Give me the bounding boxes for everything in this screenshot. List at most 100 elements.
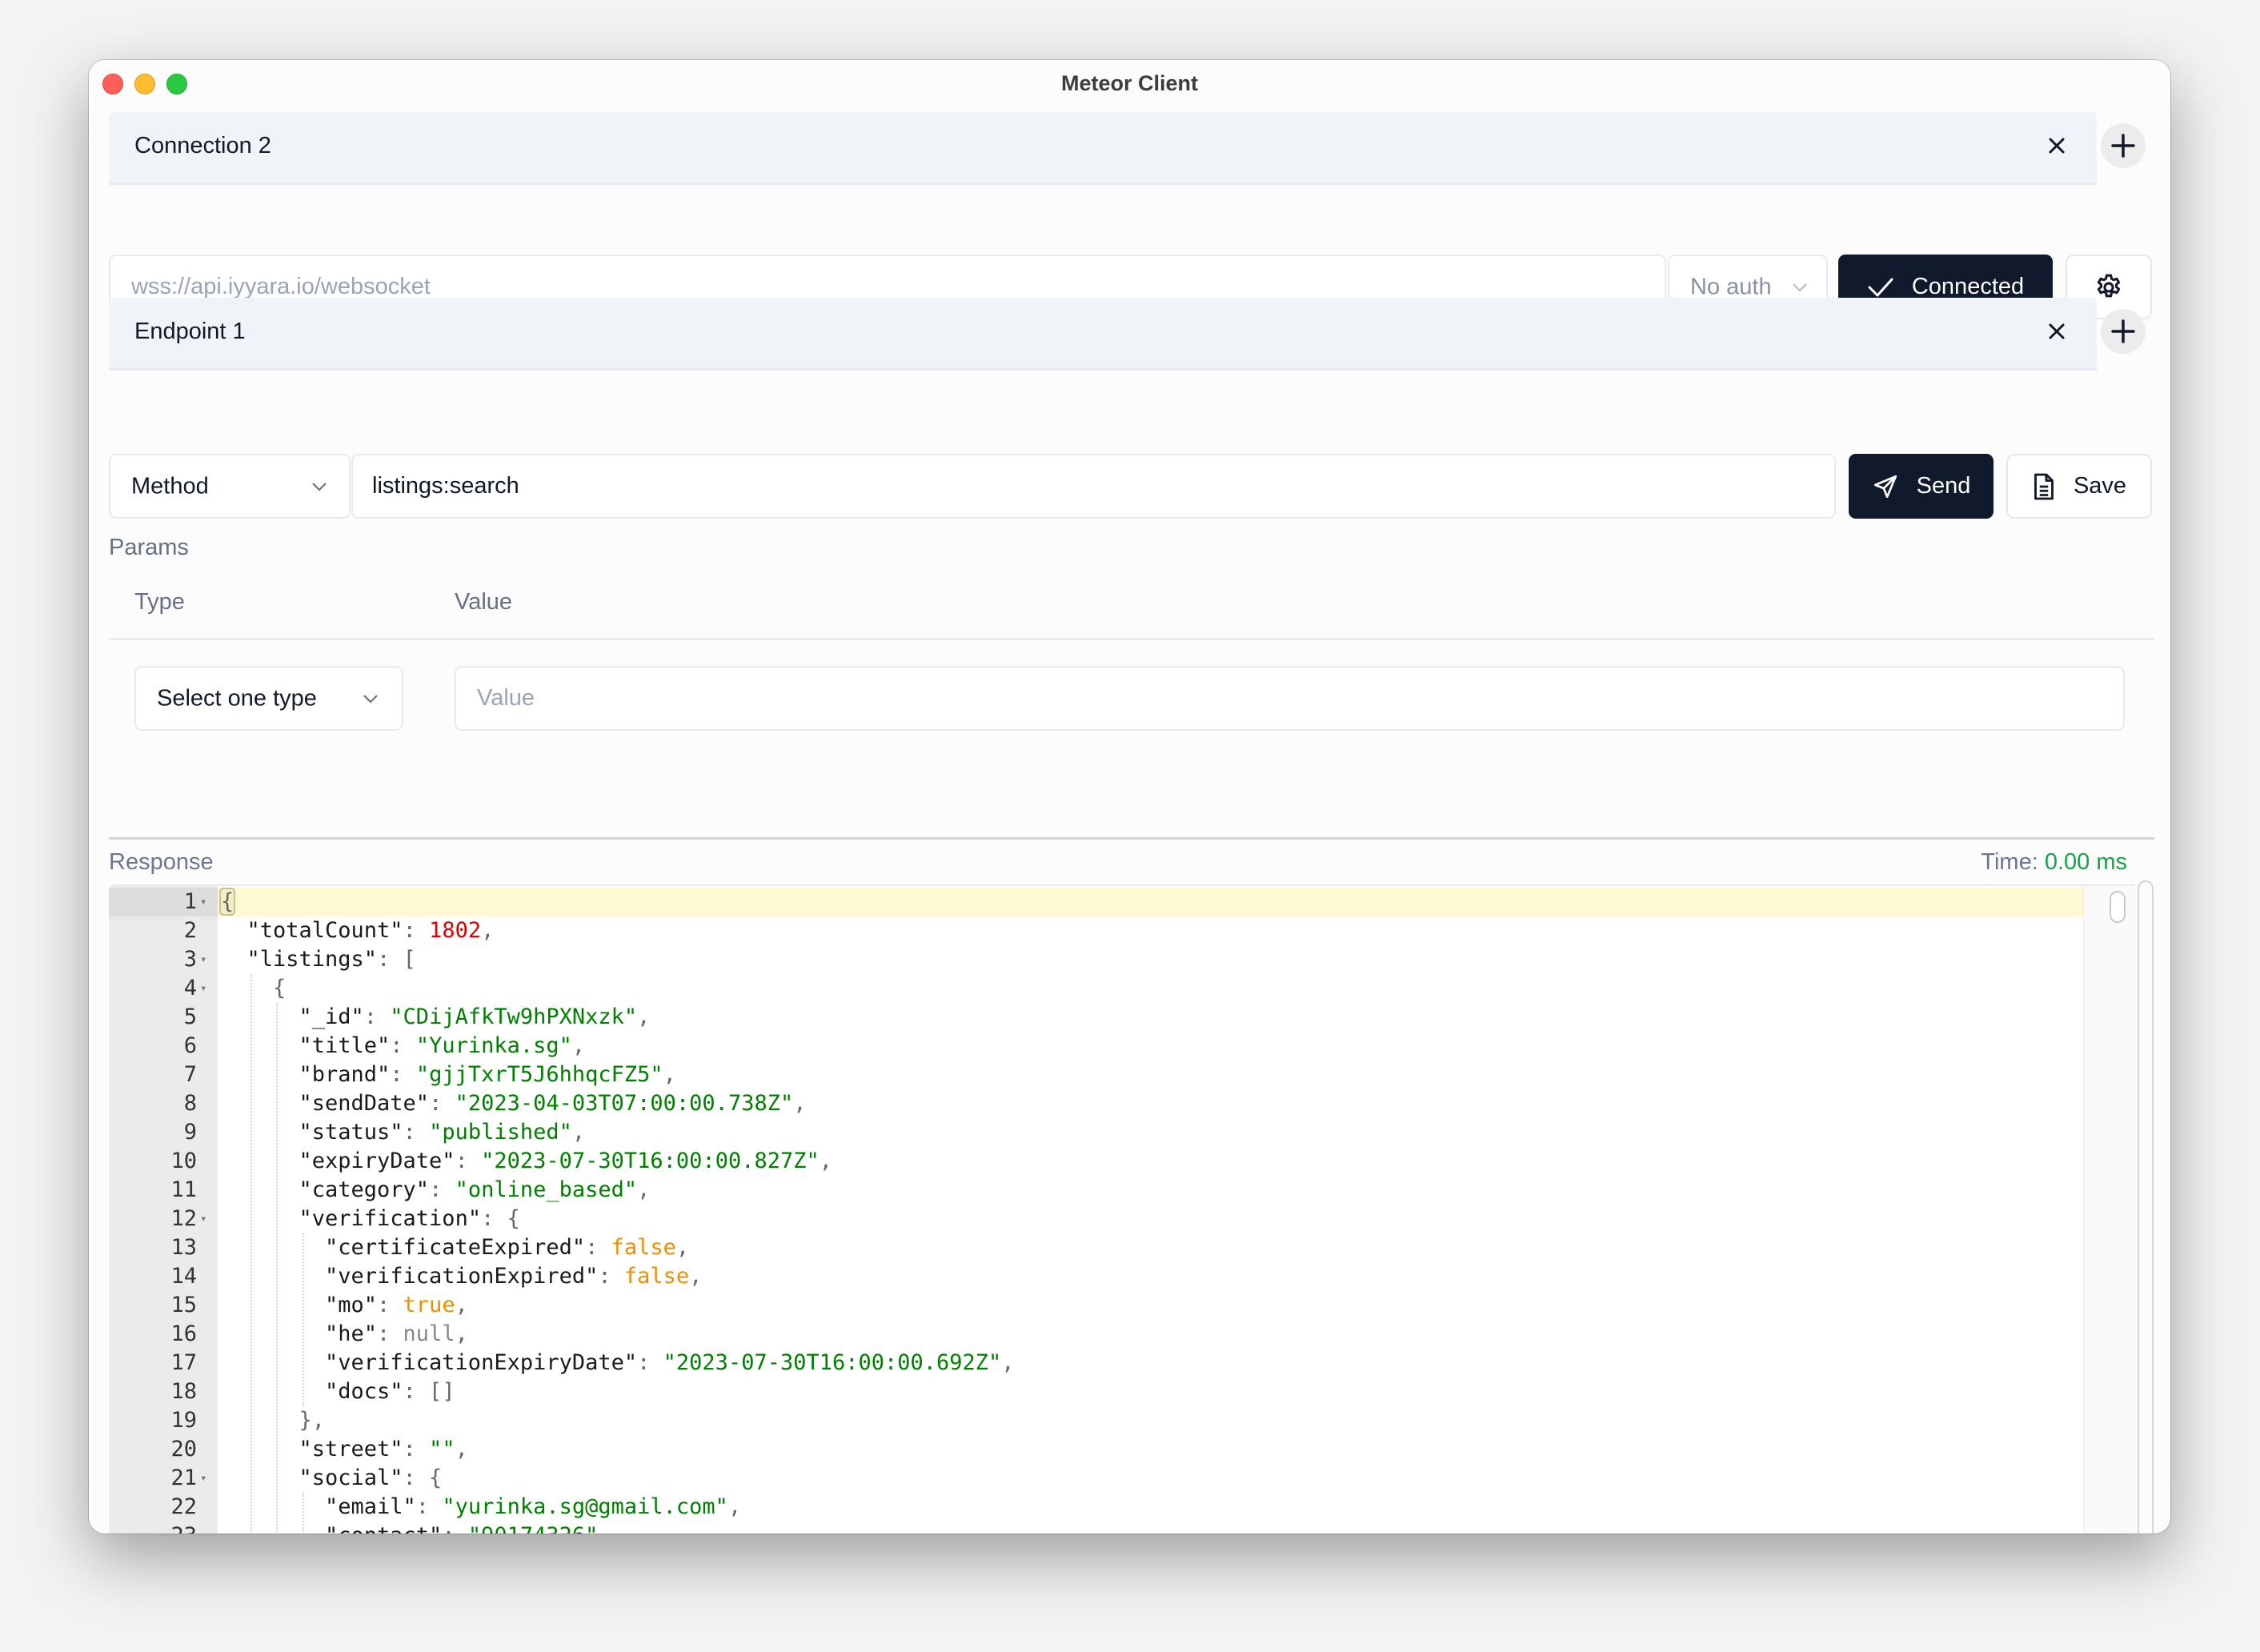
code-text: "email": "yurinka.sg@gmail.com", <box>325 1494 742 1519</box>
line-number: 2 <box>183 918 197 943</box>
code-text: "verificationExpired": false, <box>325 1264 703 1289</box>
fold-toggle-icon[interactable]: ▾ <box>200 1205 206 1233</box>
indent-guide <box>302 1233 304 1406</box>
line-number: 15 <box>170 1293 197 1317</box>
endpoint-tab-label: Endpoint 1 <box>134 319 246 344</box>
line-number: 21 <box>170 1466 197 1490</box>
code-text: "sendDate": "2023-04-03T07:00:00.738Z", <box>299 1091 807 1116</box>
code-text: "brand": "gjjTxrT5J6hhqcFZ5", <box>299 1062 676 1087</box>
method-path-wrapper <box>351 454 1836 519</box>
code-text: "verification": { <box>299 1206 520 1231</box>
code-text: "social": { <box>299 1466 443 1490</box>
method-select-value: Method <box>131 473 209 499</box>
code-text: "verificationExpiryDate": "2023-07-30T16… <box>325 1350 1015 1375</box>
editor-scrollbar-track[interactable] <box>2083 886 2135 1534</box>
line-number: 19 <box>170 1408 197 1433</box>
fold-toggle-icon[interactable]: ▾ <box>200 888 206 916</box>
code-text: "mo": true, <box>325 1293 468 1317</box>
indent-guide <box>276 1003 278 1534</box>
check-icon <box>1868 278 1893 296</box>
code-text: "contact": "90174326", <box>325 1522 611 1534</box>
code-text: { <box>218 888 236 916</box>
response-divider <box>109 837 2154 840</box>
params-header-divider <box>109 638 2154 640</box>
add-endpoint-button[interactable] <box>2101 309 2146 354</box>
line-number: 11 <box>170 1177 197 1202</box>
chevron-down-icon <box>312 482 327 491</box>
document-icon <box>2034 473 2054 499</box>
active-line-highlight <box>218 888 2084 916</box>
code-text: }, <box>299 1408 326 1433</box>
line-number: 18 <box>170 1379 197 1404</box>
response-time: Time: 0.00 ms <box>1981 849 2127 876</box>
indent-guide <box>250 974 252 1534</box>
line-number: 23 <box>109 1522 197 1534</box>
line-number: 4 <box>183 976 197 1000</box>
fold-toggle-icon[interactable]: ▾ <box>200 1464 206 1493</box>
plus-icon <box>2111 319 2135 343</box>
chevron-down-icon <box>363 694 378 704</box>
close-icon[interactable] <box>2041 315 2073 347</box>
param-type-select[interactable]: Select one type <box>134 666 403 731</box>
line-number: 8 <box>183 1091 197 1116</box>
fold-toggle-icon[interactable]: ▾ <box>200 945 206 974</box>
plus-icon <box>2111 134 2135 158</box>
save-button[interactable]: Save <box>2006 454 2152 519</box>
main-content: Connection 2 No auth Connected <box>89 112 2170 1534</box>
code-text: "street": "", <box>299 1437 468 1462</box>
editor-scrollbar-thumb[interactable] <box>2110 891 2126 923</box>
code-text: { <box>273 976 287 1000</box>
line-number: 1 <box>183 889 197 914</box>
line-number: 5 <box>183 1004 197 1029</box>
line-number: 20 <box>170 1437 197 1462</box>
fold-toggle-icon[interactable]: ▾ <box>200 974 206 1003</box>
line-number: 10 <box>170 1149 197 1173</box>
connection-tab[interactable]: Connection 2 <box>109 112 2097 185</box>
panel-scrollbar[interactable] <box>2138 880 2154 1534</box>
code-text: "expiryDate": "2023-07-30T16:00:00.827Z"… <box>299 1149 833 1173</box>
paper-plane-icon <box>1873 475 1897 498</box>
title-bar: Meteor Client <box>89 60 2170 112</box>
code-text: "listings": [ <box>246 947 416 972</box>
save-button-label: Save <box>2073 473 2127 499</box>
code-text: "docs": [] <box>325 1379 455 1404</box>
connection-tab-label: Connection 2 <box>134 133 271 158</box>
endpoint-tab[interactable]: Endpoint 1 <box>109 298 2097 371</box>
method-select[interactable]: Method <box>109 454 351 519</box>
indent-guide <box>302 1493 304 1534</box>
response-time-label: Time: <box>1981 849 2038 875</box>
code-text: "status": "published", <box>299 1120 586 1145</box>
line-number: 17 <box>170 1350 197 1375</box>
close-icon[interactable] <box>2041 130 2073 162</box>
param-value-wrapper <box>455 666 2125 731</box>
line-number: 3 <box>183 947 197 972</box>
line-number: 6 <box>183 1033 197 1058</box>
send-button-label: Send <box>1916 473 1971 499</box>
params-header-value: Value <box>455 589 513 615</box>
param-value-input[interactable] <box>456 668 2123 729</box>
line-number: 14 <box>170 1264 197 1289</box>
response-title: Response <box>109 849 214 875</box>
line-number: 7 <box>183 1062 197 1087</box>
add-connection-button[interactable] <box>2101 123 2146 168</box>
response-editor[interactable]: 1 ▾{2 "totalCount": 1802, 3 ▾ "listings": [4 ▾… <box>109 884 2135 1534</box>
param-type-select-value: Select one type <box>157 685 317 711</box>
send-button[interactable]: Send <box>1849 454 1994 519</box>
code-text: "category": "online_based", <box>299 1177 651 1202</box>
auth-select-value: No auth <box>1690 274 1772 299</box>
line-number: 12 <box>170 1206 197 1231</box>
code-text: "he": null, <box>325 1321 468 1346</box>
method-path-input[interactable] <box>353 455 1834 517</box>
params-title: Params <box>109 535 189 560</box>
chevron-down-icon <box>1793 283 1807 292</box>
line-number: 13 <box>170 1235 197 1260</box>
app-window: Meteor Client Connection 2 No auth Conne… <box>89 60 2170 1534</box>
gear-icon <box>2097 274 2121 297</box>
line-number: 16 <box>170 1321 197 1346</box>
response-time-value: 0.00 ms <box>2044 849 2127 875</box>
code-text: "title": "Yurinka.sg", <box>299 1033 586 1058</box>
code-text: "_id": "CDijAfkTw9hPXNxzk", <box>299 1004 651 1029</box>
code-text: "totalCount": 1802, <box>246 918 495 943</box>
params-header-type: Type <box>134 589 185 615</box>
line-number: 22 <box>170 1494 197 1519</box>
